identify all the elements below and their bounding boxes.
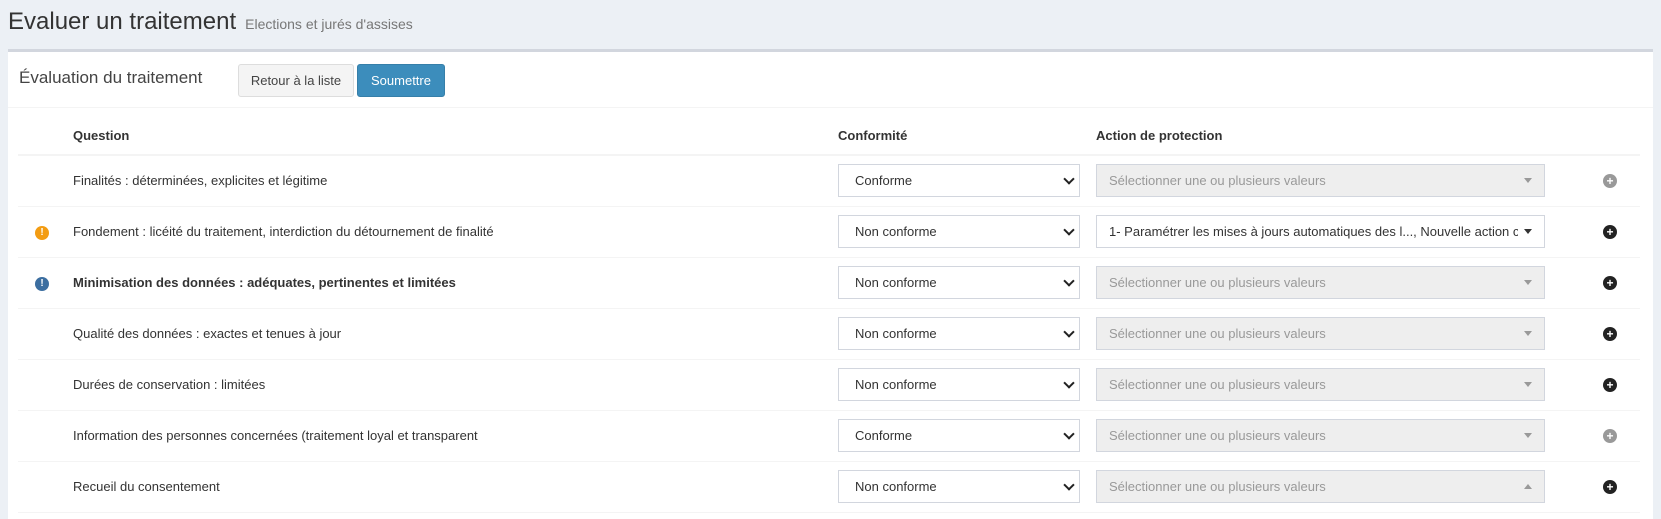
header-icon-cell [18, 110, 73, 156]
question-text: Qualité des données : exactes et tenues … [73, 308, 838, 360]
chevron-down-icon [1063, 376, 1075, 389]
conformity-select[interactable]: Non conforme [838, 266, 1080, 299]
box-header: Évaluation du traitement Retour à la lis… [8, 52, 1653, 108]
header-action: Action de protection [1096, 110, 1580, 156]
table-row: ! Fondement : licéité du traitement, int… [18, 206, 1640, 258]
page-header: Evaluer un traitement Elections et jurés… [0, 0, 1661, 50]
caret-down-icon [1524, 178, 1532, 184]
submit-button[interactable]: Soumettre [357, 64, 445, 97]
table-row: Finalités : déterminées, explicites et l… [18, 155, 1640, 207]
plus-circle-icon[interactable]: + [1603, 378, 1617, 392]
action-multiselect[interactable]: Sélectionner une ou plusieurs valeurs [1096, 419, 1545, 452]
question-text: Finalités : déterminées, explicites et l… [73, 155, 838, 207]
table-row: Qualité des données : exactes et tenues … [18, 308, 1640, 360]
action-multiselect[interactable]: 1- Paramétrer les mises à jours automati… [1096, 215, 1545, 248]
conformity-select[interactable]: Conforme [838, 164, 1080, 198]
table-row: Information des personnes concernées (tr… [18, 410, 1640, 462]
back-to-list-button[interactable]: Retour à la liste [238, 64, 354, 97]
action-multiselect[interactable]: Sélectionner une ou plusieurs valeurs [1096, 368, 1545, 401]
header-add-cell [1580, 110, 1640, 156]
action-multiselect[interactable]: Sélectionner une ou plusieurs valeurs [1096, 266, 1545, 299]
caret-up-icon [1524, 484, 1532, 489]
chevron-down-icon [1063, 427, 1075, 440]
caret-down-icon [1524, 382, 1532, 387]
question-text: Recueil du consentement [73, 461, 838, 513]
question-text: Durées de conservation : limitées [73, 359, 838, 411]
table-row: Durées de conservation : limitées Non co… [18, 359, 1640, 411]
plus-circle-icon[interactable]: + [1603, 480, 1617, 494]
caret-down-icon [1524, 280, 1532, 285]
conformity-select[interactable]: Non conforme [838, 470, 1080, 503]
evaluation-box: Évaluation du traitement Retour à la lis… [8, 49, 1653, 519]
action-multiselect[interactable]: Sélectionner une ou plusieurs valeurs [1096, 164, 1545, 198]
conformity-select[interactable]: Non conforme [838, 317, 1080, 350]
table-header-row: Question Conformité Action de protection [18, 110, 1640, 156]
caret-down-icon [1524, 331, 1532, 336]
action-multiselect[interactable]: Sélectionner une ou plusieurs valeurs [1096, 470, 1545, 503]
box-title: Évaluation du traitement [19, 68, 203, 87]
conformity-select[interactable]: Non conforme [838, 368, 1080, 401]
conformity-select[interactable]: Conforme [838, 419, 1080, 452]
caret-down-icon [1524, 433, 1532, 438]
question-text: Fondement : licéité du traitement, inter… [73, 206, 838, 258]
page-subtitle: Elections et jurés d'assises [245, 16, 413, 32]
action-multiselect[interactable]: Sélectionner une ou plusieurs valeurs [1096, 317, 1545, 350]
exclamation-circle-icon: ! [35, 276, 49, 291]
table-row: ! Minimisation des données : adéquates, … [18, 257, 1640, 309]
plus-circle-icon[interactable]: + [1603, 429, 1617, 443]
question-text: Information des personnes concernées (tr… [73, 410, 838, 462]
plus-circle-icon[interactable]: + [1603, 174, 1617, 189]
plus-circle-icon[interactable]: + [1603, 327, 1617, 341]
table-row: Recueil du consentement Non conforme Sél… [18, 461, 1640, 513]
chevron-down-icon [1063, 173, 1075, 185]
header-question: Question [73, 110, 838, 156]
caret-down-icon [1524, 229, 1532, 234]
chevron-down-icon [1063, 274, 1075, 287]
chevron-down-icon [1063, 478, 1075, 491]
exclamation-circle-icon: ! [35, 225, 49, 240]
evaluation-table: Question Conformité Action de protection… [18, 110, 1640, 513]
question-text: Minimisation des données : adéquates, pe… [73, 257, 838, 309]
header-conformity: Conformité [838, 110, 1096, 156]
chevron-down-icon [1063, 325, 1075, 338]
conformity-select[interactable]: Non conforme [838, 215, 1080, 248]
page-title: Evaluer un traitement [8, 8, 237, 35]
plus-circle-icon[interactable]: + [1603, 225, 1617, 239]
chevron-down-icon [1063, 223, 1075, 236]
plus-circle-icon[interactable]: + [1603, 276, 1617, 290]
